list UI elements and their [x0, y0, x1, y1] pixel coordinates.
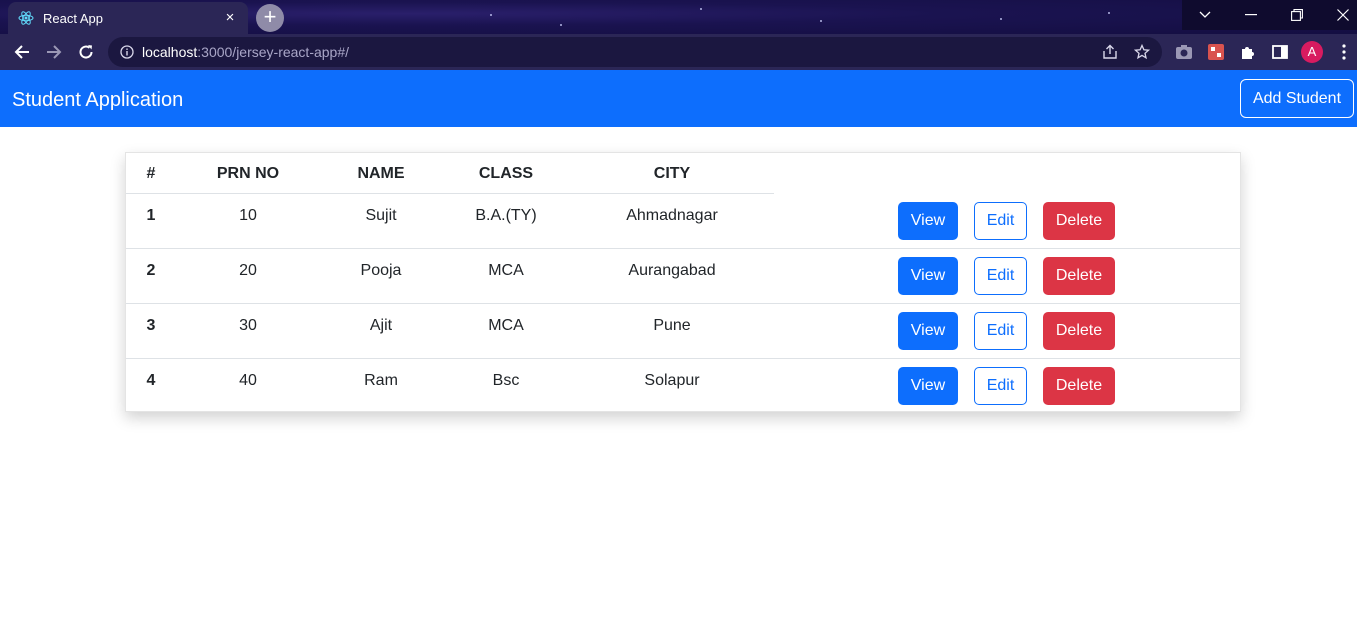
row-index: 1 — [146, 207, 156, 224]
chevron-down-icon[interactable] — [1182, 0, 1228, 30]
url-host: localhost — [142, 44, 198, 60]
table-row: 4 40 Ram Bsc Solapur View Edit Delete — [126, 359, 1240, 414]
table-row: 1 10 Sujit B.A.(TY) Ahmadnagar View Edit… — [126, 194, 1240, 249]
class-cell: B.A.(TY) — [475, 207, 537, 224]
delete-button[interactable]: Delete — [1043, 312, 1115, 350]
close-icon[interactable] — [1320, 0, 1357, 30]
column-header-prn: PRN NO — [216, 165, 280, 182]
extension-red-icon[interactable] — [1207, 43, 1225, 61]
react-logo-icon — [18, 11, 34, 25]
name-cell: Sujit — [365, 207, 397, 224]
delete-button[interactable]: Delete — [1043, 202, 1115, 240]
name-cell: Ram — [364, 372, 398, 389]
city-cell: Aurangabad — [628, 262, 716, 279]
edit-button[interactable]: Edit — [974, 202, 1027, 240]
edit-button[interactable]: Edit — [974, 312, 1027, 350]
kebab-menu-icon[interactable] — [1335, 43, 1353, 61]
reload-icon[interactable] — [70, 36, 102, 68]
prn-cell: 30 — [239, 317, 257, 334]
row-index: 2 — [146, 262, 156, 279]
column-header-class: CLASS — [478, 165, 534, 182]
column-header-index: # — [146, 165, 156, 182]
delete-button[interactable]: Delete — [1043, 367, 1115, 405]
column-header-city: CITY — [653, 165, 691, 182]
view-button[interactable]: View — [898, 367, 958, 405]
background-star — [820, 20, 822, 22]
prn-cell: 10 — [239, 207, 257, 224]
prn-cell: 20 — [239, 262, 257, 279]
background-star — [1000, 18, 1002, 20]
view-button[interactable]: View — [898, 312, 958, 350]
column-header-name: NAME — [357, 165, 405, 182]
browser-toolbar: localhost:3000/jersey-react-app#/ A — [0, 34, 1357, 70]
background-star — [490, 14, 492, 16]
close-tab-icon[interactable]: × — [222, 10, 238, 26]
city-cell: Pune — [653, 317, 691, 334]
star-icon[interactable] — [1134, 44, 1150, 60]
background-star — [700, 8, 702, 10]
url-path: :3000/jersey-react-app#/ — [197, 44, 350, 60]
forward-arrow-icon[interactable] — [38, 36, 70, 68]
edit-button[interactable]: Edit — [974, 257, 1027, 295]
city-cell: Solapur — [644, 372, 700, 389]
info-icon[interactable] — [120, 45, 134, 59]
class-cell: Bsc — [492, 372, 520, 389]
city-cell: Ahmadnagar — [626, 207, 718, 224]
share-icon[interactable] — [1102, 44, 1118, 60]
prn-cell: 40 — [239, 372, 257, 389]
class-cell: MCA — [488, 317, 524, 334]
table-row: 3 30 Ajit MCA Pune View Edit Delete — [126, 304, 1240, 359]
edit-button[interactable]: Edit — [974, 367, 1027, 405]
background-star — [1108, 12, 1110, 14]
class-cell: MCA — [488, 262, 524, 279]
add-student-button[interactable]: Add Student — [1240, 79, 1354, 118]
new-tab-button[interactable]: + — [256, 4, 284, 32]
puzzle-icon[interactable] — [1239, 43, 1257, 61]
profile-avatar[interactable]: A — [1301, 41, 1323, 63]
app-brand[interactable]: Student Application — [12, 89, 183, 112]
side-panel-icon[interactable] — [1271, 43, 1289, 61]
minimize-icon[interactable] — [1228, 0, 1274, 30]
browser-tab[interactable]: React App × — [8, 2, 248, 34]
background-star — [560, 24, 562, 26]
camera-icon[interactable] — [1175, 43, 1193, 61]
restore-icon[interactable] — [1274, 0, 1320, 30]
delete-button[interactable]: Delete — [1043, 257, 1115, 295]
row-index: 4 — [146, 372, 156, 389]
name-cell: Pooja — [360, 262, 402, 279]
view-button[interactable]: View — [898, 202, 958, 240]
row-index: 3 — [146, 317, 156, 334]
student-table: # PRN NO NAME CLASS CITY 1 10 Sujit B.A.… — [125, 152, 1241, 412]
browser-tabstrip: React App × + — [0, 0, 1357, 34]
address-bar[interactable]: localhost:3000/jersey-react-app#/ — [108, 37, 1162, 67]
view-button[interactable]: View — [898, 257, 958, 295]
table-row: 2 20 Pooja MCA Aurangabad View Edit Dele… — [126, 249, 1240, 304]
name-cell: Ajit — [369, 317, 393, 334]
tab-title: React App — [43, 10, 103, 26]
app-navbar: Student Application Add Student — [0, 70, 1357, 127]
back-arrow-icon[interactable] — [6, 36, 38, 68]
